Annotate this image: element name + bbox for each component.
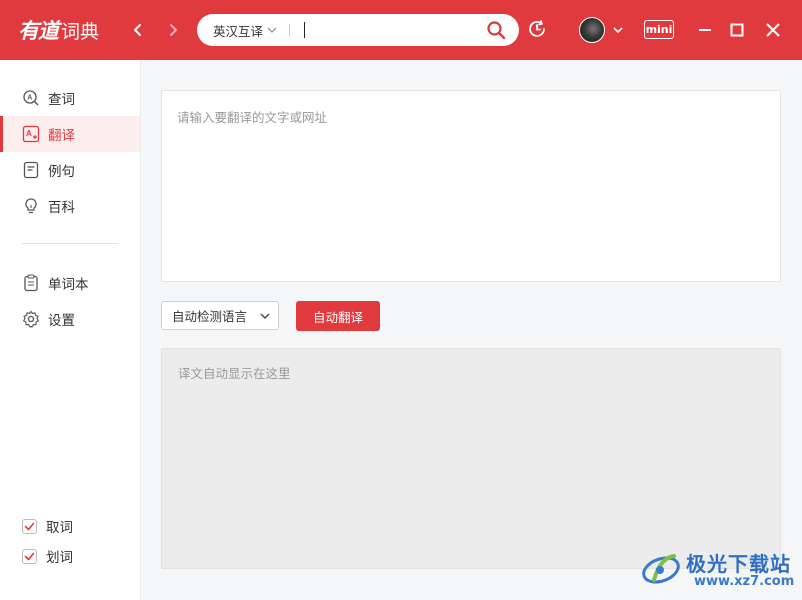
watermark-url: www.xz7.com xyxy=(694,574,795,589)
result-panel: 译文自动显示在这里 xyxy=(161,348,781,569)
sidebar-item-sentences[interactable]: 例句 xyxy=(0,152,140,188)
source-text-input[interactable] xyxy=(162,91,780,281)
search-language-dropdown[interactable]: 英汉互译 xyxy=(213,14,277,46)
chevron-down-icon xyxy=(267,27,277,33)
lookup-icon: A xyxy=(22,89,40,107)
product-name: 词典 xyxy=(61,20,100,43)
sidebar-item-label: 查词 xyxy=(48,92,75,108)
avatar[interactable] xyxy=(579,17,605,43)
chevron-left-icon xyxy=(134,24,141,36)
svg-text:A: A xyxy=(27,95,32,102)
text-caret xyxy=(304,22,305,38)
watermark-title: 极光下载站 xyxy=(686,552,791,576)
toggle-capture-word[interactable]: 取词 xyxy=(22,515,122,537)
mini-mode-button[interactable]: mini xyxy=(644,20,674,39)
watermark-logo-icon xyxy=(642,554,680,584)
toggle-label: 取词 xyxy=(46,520,73,536)
chevron-down-icon xyxy=(260,313,270,319)
toggle-select-word[interactable]: 划词 xyxy=(22,545,122,567)
gear-icon xyxy=(22,310,40,328)
sidebar-item-settings[interactable]: 设置 xyxy=(0,301,140,337)
watermark: 极光下载站 www.xz7.com xyxy=(640,546,798,594)
maximize-button[interactable] xyxy=(726,19,748,41)
check-icon xyxy=(24,522,35,530)
sentence-icon xyxy=(22,161,40,179)
chevron-right-icon xyxy=(170,24,177,36)
sidebar-item-lookup[interactable]: A 查词 xyxy=(0,80,140,116)
bulb-icon xyxy=(22,197,40,215)
app-logo: 有道 词典 xyxy=(18,14,99,46)
sidebar-item-label: 翻译 xyxy=(48,128,75,144)
forward-button[interactable] xyxy=(163,20,183,40)
search-language-label: 英汉互译 xyxy=(213,23,264,39)
maximize-icon xyxy=(730,23,744,37)
minimize-button[interactable] xyxy=(694,19,716,41)
sidebar: A 查词 A 翻译 例句 百科 单词本 设置 取词 划词 xyxy=(0,60,141,600)
sidebar-item-encyclopedia[interactable]: 百科 xyxy=(0,188,140,224)
source-text-panel xyxy=(161,90,781,282)
wordbook-icon xyxy=(22,274,40,292)
sidebar-item-label: 设置 xyxy=(48,313,75,329)
close-icon xyxy=(766,23,780,37)
close-button[interactable] xyxy=(762,19,784,41)
translate-button-label: 自动翻译 xyxy=(312,310,363,325)
result-placeholder: 译文自动显示在这里 xyxy=(178,366,291,381)
search-input[interactable] xyxy=(301,20,481,40)
title-bar: 有道 词典 英汉互译 mini xyxy=(0,0,802,60)
svg-text:A: A xyxy=(26,129,32,138)
back-button[interactable] xyxy=(128,20,148,40)
translate-icon: A xyxy=(22,125,40,143)
sidebar-item-label: 例句 xyxy=(48,164,75,180)
history-icon[interactable] xyxy=(527,19,547,39)
sidebar-item-wordbook[interactable]: 单词本 xyxy=(0,265,140,301)
translate-button[interactable]: 自动翻译 xyxy=(296,301,380,331)
sidebar-item-label: 单词本 xyxy=(48,277,89,293)
language-select-value: 自动检测语言 xyxy=(172,309,248,324)
brand-name: 有道 xyxy=(18,19,59,43)
search-divider xyxy=(289,24,290,36)
sidebar-divider xyxy=(22,243,118,244)
search-box: 英汉互译 xyxy=(197,14,519,46)
language-select[interactable]: 自动检测语言 xyxy=(161,301,279,330)
checkbox[interactable] xyxy=(22,518,37,534)
chevron-down-icon[interactable] xyxy=(612,24,624,36)
mini-mode-label: mini xyxy=(645,23,673,36)
checkbox[interactable] xyxy=(22,548,37,564)
search-icon[interactable] xyxy=(486,20,506,40)
toggle-label: 划词 xyxy=(46,550,73,566)
minimize-icon xyxy=(699,29,711,31)
sidebar-item-translate[interactable]: A 翻译 xyxy=(0,116,140,152)
sidebar-item-label: 百科 xyxy=(48,200,75,216)
check-icon xyxy=(24,552,35,560)
